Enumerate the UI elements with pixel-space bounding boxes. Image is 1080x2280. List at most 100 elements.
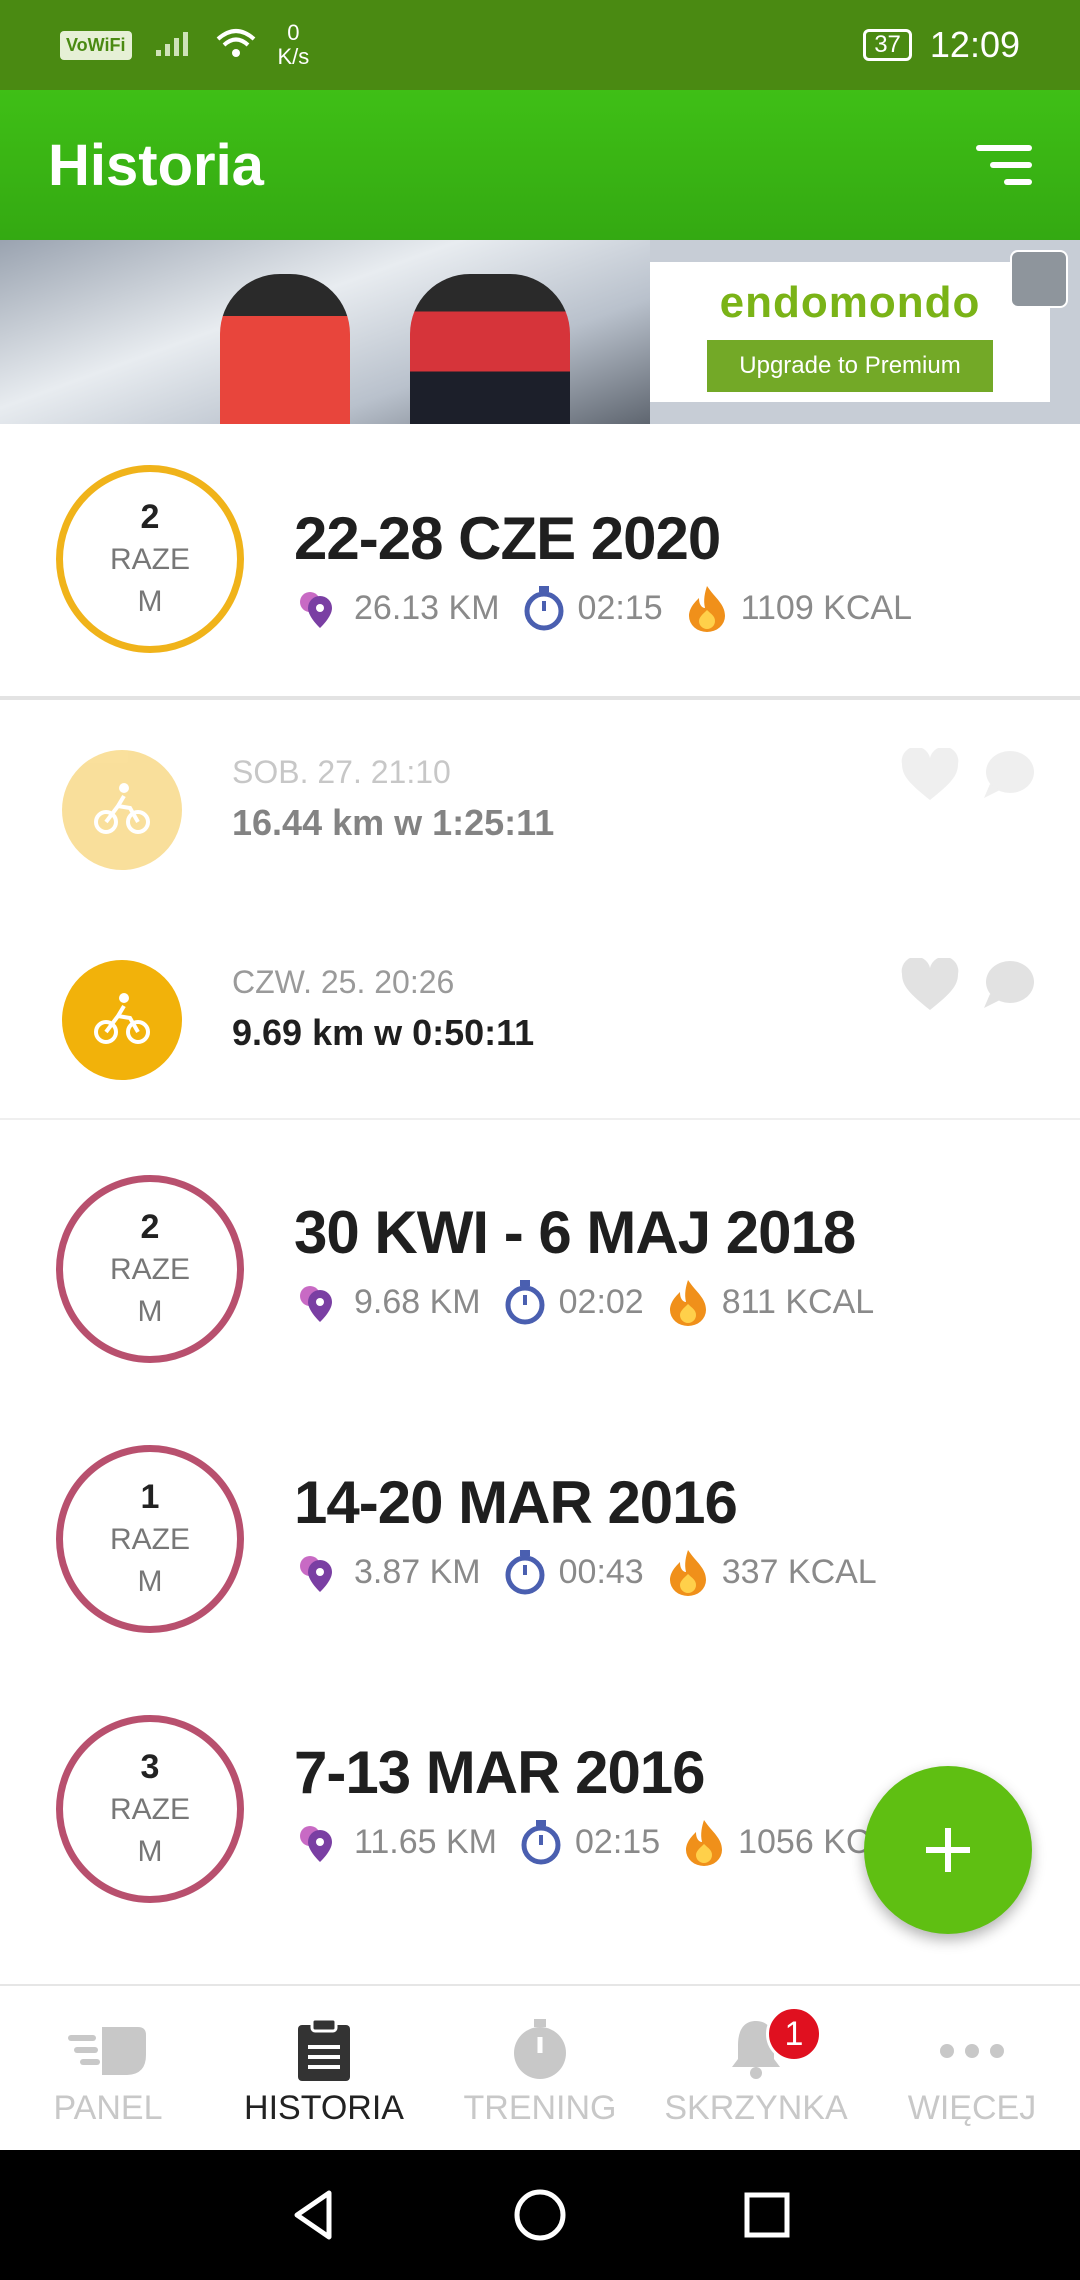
duration-value: 02:15: [577, 588, 663, 627]
stopwatch-icon: [521, 1820, 561, 1865]
week-stats: 3.87 KM 00:43 337 KCAL: [294, 1548, 899, 1596]
speed-unit: K/s: [277, 44, 310, 69]
section-divider: [0, 696, 1080, 700]
app-bar: Historia: [0, 90, 1080, 240]
week-summary-row[interactable]: 1 RAZE M 14-20 MAR 2016 3.87 KM 00:43 33…: [0, 1404, 1080, 1674]
workout-count: 3: [140, 1748, 160, 1786]
system-nav-bar: [0, 2150, 1080, 2280]
nav-panel[interactable]: PANEL: [0, 1986, 216, 2150]
week-stats: 9.68 KM 02:02 811 KCAL: [294, 1278, 896, 1326]
workout-count: 1: [140, 1478, 160, 1516]
workout-count-ring: 2 RAZE M: [56, 1175, 244, 1363]
week-summary-row[interactable]: 2 RAZE M 30 KWI - 6 MAJ 2018 9.68 KM 02:…: [0, 1134, 1080, 1404]
distance-value: 11.65 KM: [354, 1822, 498, 1861]
runner-figure: [410, 274, 570, 424]
vowifi-badge: VoWiFi: [60, 30, 132, 60]
duration-value: 02:02: [558, 1282, 644, 1321]
workout-count-label: RAZE M: [109, 543, 190, 618]
home-circle-icon[interactable]: [510, 2185, 570, 2245]
notification-badge: 1: [766, 2006, 822, 2062]
like-heart-icon[interactable]: [900, 958, 960, 1012]
plus-icon: [926, 1828, 970, 1872]
nav-skrzynka[interactable]: 1 SKRZYNKA: [648, 1986, 864, 2150]
stopwatch-icon: [514, 2019, 566, 2079]
calories-stat: 1109 KCAL: [685, 584, 912, 632]
workout-summary: 16.44 km w 1:25:11: [232, 802, 555, 843]
flame-icon: [688, 586, 725, 632]
week-title: 30 KWI - 6 MAJ 2018: [294, 1199, 856, 1266]
calories-value: 1109 KCAL: [740, 588, 913, 627]
workout-row[interactable]: SOB. 27. 21:10 16.44 km w 1:25:11: [0, 710, 1080, 910]
duration-stat: 00:43: [503, 1548, 644, 1596]
bottom-nav: PANEL HISTORIA TRENING 1 SKRZYNKA WIĘCEJ: [0, 1984, 1080, 2150]
week-stats: 26.13 KM 02:15 1109 KCAL: [294, 584, 934, 632]
clipboard-icon: [298, 2017, 350, 2081]
flame-icon: [669, 1280, 706, 1326]
week-summary-row[interactable]: 2 RAZE M 22-28 CZE 2020 26.13 KM 02:15 1…: [0, 424, 1080, 694]
calories-value: 337 KCAL: [721, 1552, 877, 1591]
signal-icon: [154, 28, 194, 63]
comment-bubble-icon[interactable]: [980, 748, 1036, 802]
distance-pin-icon: [300, 592, 332, 628]
status-bar: VoWiFi 0 K/s 37 12:09: [0, 0, 1080, 90]
banner-photo: [0, 240, 650, 424]
back-triangle-icon[interactable]: [283, 2185, 343, 2245]
recents-square-icon[interactable]: [737, 2185, 797, 2245]
app-badge-icon: [1010, 250, 1068, 308]
duration-value: 00:43: [558, 1552, 644, 1591]
workout-count-ring: 1 RAZE M: [56, 1445, 244, 1633]
duration-stat: 02:15: [519, 1818, 660, 1866]
flame-icon: [686, 1820, 723, 1866]
nav-label: WIĘCEJ: [907, 2089, 1037, 2127]
workout-row[interactable]: CZW. 25. 20:26 9.69 km w 0:50:11: [0, 920, 1080, 1120]
distance-value: 26.13 KM: [354, 588, 500, 627]
premium-banner[interactable]: endomondo Upgrade to Premium: [0, 240, 1080, 424]
duration-stat: 02:02: [503, 1278, 644, 1326]
distance-pin-icon: [300, 1286, 332, 1322]
workout-count: 2: [140, 498, 160, 536]
add-workout-fab[interactable]: [864, 1766, 1032, 1934]
workout-count-ring: 2 RAZE M: [56, 465, 244, 653]
distance-stat: 3.87 KM: [294, 1548, 481, 1596]
week-stats: 11.65 KM 02:15 1056 KCAL: [294, 1818, 934, 1866]
dashboard-runner-icon: [68, 2027, 146, 2075]
distance-pin-icon: [300, 1556, 332, 1592]
stopwatch-icon: [505, 1550, 545, 1595]
endomondo-logo: endomondo: [719, 278, 981, 327]
more-dots-icon: [940, 2044, 1004, 2058]
calories-stat: 811 KCAL: [666, 1278, 874, 1326]
stopwatch-icon: [524, 586, 564, 631]
workout-count-label: RAZE M: [109, 1523, 190, 1598]
battery-icon: 37: [863, 29, 912, 61]
distance-stat: 9.68 KM: [294, 1278, 481, 1326]
comment-bubble-icon[interactable]: [980, 958, 1036, 1012]
nav-wiecej[interactable]: WIĘCEJ: [864, 1986, 1080, 2150]
nav-historia[interactable]: HISTORIA: [216, 1986, 432, 2150]
workout-date: SOB. 27. 21:10: [232, 754, 451, 790]
upgrade-premium-button[interactable]: Upgrade to Premium: [707, 340, 993, 392]
stopwatch-icon: [505, 1280, 545, 1325]
nav-trening[interactable]: TRENING: [432, 1986, 648, 2150]
workout-count-ring: 3 RAZE M: [56, 1715, 244, 1903]
runner-figure: [220, 274, 350, 424]
workout-count-label: RAZE M: [109, 1793, 190, 1868]
filter-sort-icon[interactable]: [976, 143, 1032, 187]
like-heart-icon[interactable]: [900, 748, 960, 802]
distance-stat: 26.13 KM: [294, 584, 500, 632]
banner-card: endomondo Upgrade to Premium: [650, 262, 1050, 402]
workout-actions: [900, 958, 1036, 1012]
workout-count-label: RAZE M: [109, 1253, 190, 1328]
workout-date: CZW. 25. 20:26: [232, 964, 455, 1000]
calories-stat: 337 KCAL: [666, 1548, 877, 1596]
wifi-icon: [216, 27, 256, 64]
nav-label: HISTORIA: [244, 2089, 404, 2127]
week-title: 7-13 MAR 2016: [294, 1739, 706, 1806]
calories-value: 811 KCAL: [721, 1282, 875, 1321]
network-speed: 0 K/s: [278, 21, 310, 69]
week-title: 14-20 MAR 2016: [294, 1469, 738, 1536]
distance-pin-icon: [300, 1826, 332, 1862]
week-title: 22-28 CZE 2020: [294, 505, 721, 572]
duration-value: 02:15: [575, 1822, 661, 1861]
distance-value: 3.87 KM: [354, 1552, 481, 1591]
clock: 12:09: [929, 24, 1020, 65]
